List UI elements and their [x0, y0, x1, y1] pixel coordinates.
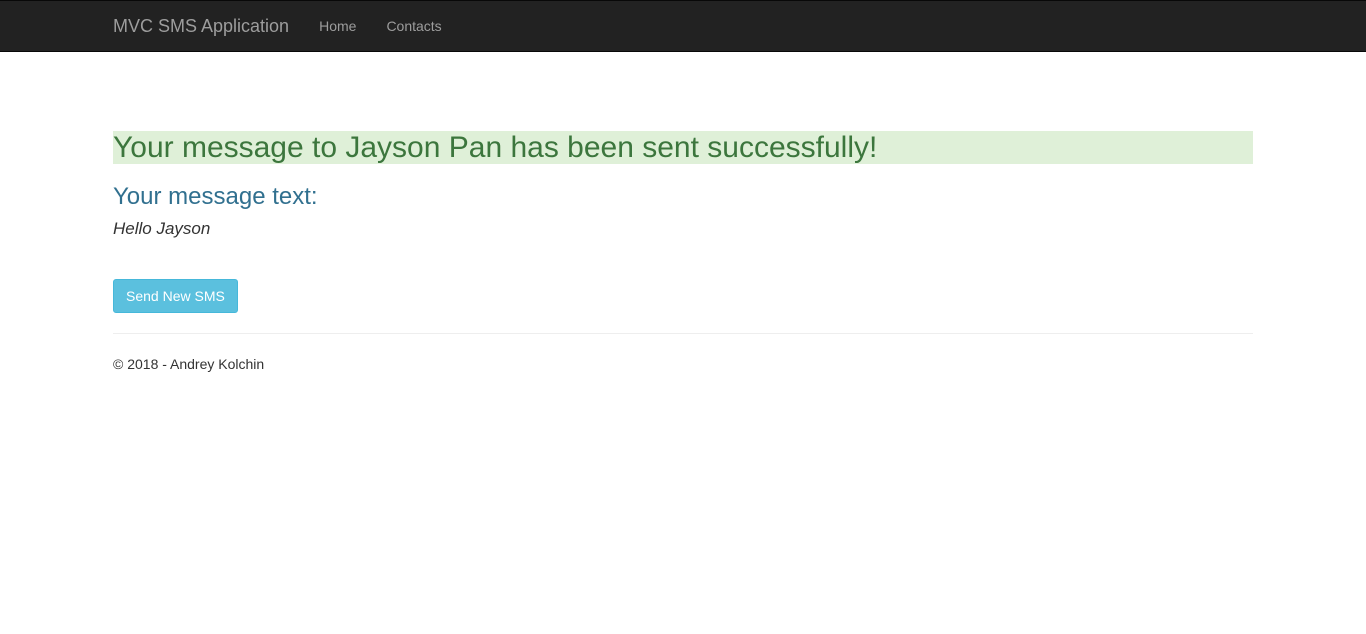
success-message: Your message to Jayson Pan has been sent… [113, 131, 1253, 164]
top-navbar: MVC SMS Application Home Contacts [0, 0, 1366, 52]
footer-divider [113, 333, 1253, 334]
nav-link-contacts[interactable]: Contacts [386, 16, 441, 36]
message-text: Hello Jayson [113, 219, 211, 238]
main-content: Your message to Jayson Pan has been sent… [113, 52, 1253, 374]
brand-link[interactable]: MVC SMS Application [113, 16, 289, 36]
navbar-container: MVC SMS Application Home Contacts [113, 1, 472, 51]
send-new-sms-button[interactable]: Send New SMS [113, 279, 238, 313]
footer-copyright: © 2018 - Andrey Kolchin [113, 356, 265, 372]
message-text-label: Your message text: [113, 183, 318, 210]
nav-link-home[interactable]: Home [319, 16, 356, 36]
